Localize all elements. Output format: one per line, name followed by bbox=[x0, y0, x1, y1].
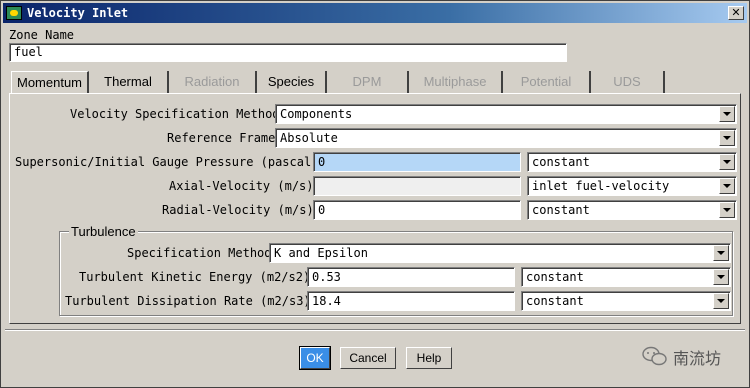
tab-multiphase: Multiphase bbox=[409, 71, 503, 93]
chevron-down-icon[interactable] bbox=[719, 202, 735, 218]
turbulence-spec-label: Specification Method bbox=[127, 246, 272, 260]
wechat-icon bbox=[642, 346, 667, 366]
cancel-button[interactable]: Cancel bbox=[340, 347, 396, 369]
pressure-input[interactable]: 0 bbox=[313, 152, 521, 172]
tab-bar: Momentum Thermal Radiation Species DPM M… bbox=[9, 71, 741, 93]
tab-momentum[interactable]: Momentum bbox=[11, 71, 89, 93]
dissipation-rate-label: Turbulent Dissipation Rate (m2/s3) bbox=[65, 294, 311, 308]
chevron-down-icon[interactable] bbox=[713, 245, 729, 261]
kinetic-energy-label: Turbulent Kinetic Energy (m2/s2) bbox=[79, 270, 311, 284]
window-title: Velocity Inlet bbox=[27, 6, 129, 20]
dissipation-rate-profile-dropdown[interactable]: constant bbox=[521, 291, 731, 311]
kinetic-energy-input[interactable]: 0.53 bbox=[307, 267, 515, 287]
dissipation-rate-profile-value: constant bbox=[526, 294, 584, 308]
turbulence-group-label: Turbulence bbox=[69, 224, 138, 239]
radial-velocity-profile-dropdown[interactable]: constant bbox=[527, 200, 737, 220]
tab-radiation: Radiation bbox=[169, 71, 257, 93]
axial-velocity-profile-value: inlet fuel-velocity bbox=[532, 179, 670, 193]
chevron-down-icon[interactable] bbox=[719, 154, 735, 170]
axial-velocity-label: Axial-Velocity (m/s) bbox=[169, 179, 314, 193]
title-bar[interactable]: Velocity Inlet ✕ bbox=[3, 3, 747, 23]
reference-frame-dropdown[interactable]: Absolute bbox=[275, 128, 737, 148]
velocity-spec-value: Components bbox=[280, 107, 353, 121]
turbulence-spec-dropdown[interactable]: K and Epsilon bbox=[269, 243, 731, 263]
radial-velocity-label: Radial-Velocity (m/s) bbox=[162, 203, 314, 217]
help-button[interactable]: Help bbox=[406, 347, 452, 369]
tab-potential: Potential bbox=[503, 71, 591, 93]
close-icon[interactable]: ✕ bbox=[728, 6, 744, 20]
zone-name-input[interactable]: fuel bbox=[9, 43, 567, 62]
chevron-down-icon[interactable] bbox=[719, 178, 735, 194]
tab-thermal[interactable]: Thermal bbox=[89, 71, 169, 93]
kinetic-energy-profile-value: constant bbox=[526, 270, 584, 284]
velocity-inlet-dialog: Velocity Inlet ✕ Zone Name fuel Momentum… bbox=[0, 0, 750, 388]
dissipation-rate-input[interactable]: 18.4 bbox=[307, 291, 515, 311]
chevron-down-icon[interactable] bbox=[719, 130, 735, 146]
turbulence-spec-value: K and Epsilon bbox=[274, 246, 368, 260]
chevron-down-icon[interactable] bbox=[719, 106, 735, 122]
axial-velocity-input bbox=[313, 176, 521, 196]
separator bbox=[5, 329, 745, 331]
fluent-app-icon bbox=[6, 6, 22, 20]
chevron-down-icon[interactable] bbox=[713, 269, 729, 285]
pressure-label: Supersonic/Initial Gauge Pressure (pasca… bbox=[15, 155, 319, 169]
ok-button[interactable]: OK bbox=[299, 346, 331, 370]
zone-name-label: Zone Name bbox=[9, 28, 75, 42]
radial-velocity-profile-value: constant bbox=[532, 203, 590, 217]
tab-uds: UDS bbox=[591, 71, 665, 93]
tab-dpm: DPM bbox=[327, 71, 409, 93]
velocity-spec-dropdown[interactable]: Components bbox=[275, 104, 737, 124]
watermark-text: 南流坊 bbox=[673, 349, 722, 368]
pressure-profile-value: constant bbox=[532, 155, 590, 169]
tab-species[interactable]: Species bbox=[257, 71, 327, 93]
pressure-profile-dropdown[interactable]: constant bbox=[527, 152, 737, 172]
kinetic-energy-profile-dropdown[interactable]: constant bbox=[521, 267, 731, 287]
axial-velocity-profile-dropdown[interactable]: inlet fuel-velocity bbox=[527, 176, 737, 196]
radial-velocity-input[interactable]: 0 bbox=[313, 200, 521, 220]
reference-frame-label: Reference Frame bbox=[167, 131, 276, 145]
velocity-spec-label: Velocity Specification Method bbox=[70, 107, 280, 121]
reference-frame-value: Absolute bbox=[280, 131, 338, 145]
chevron-down-icon[interactable] bbox=[713, 293, 729, 309]
